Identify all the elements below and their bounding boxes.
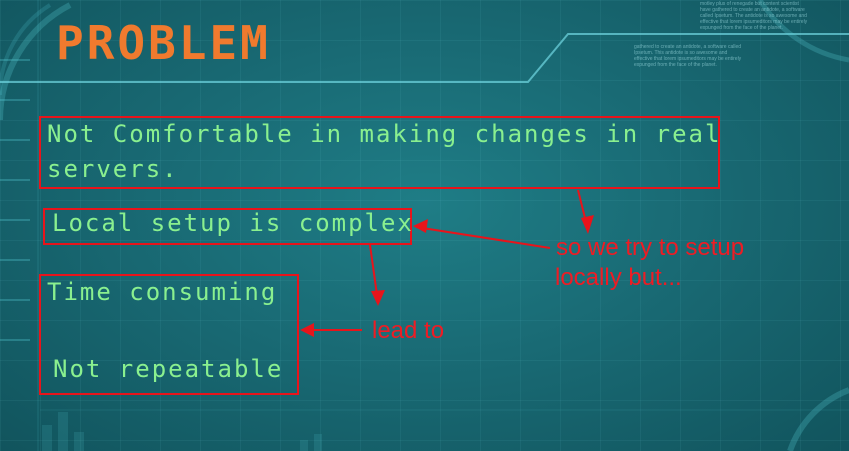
annotation-setup-line1: so we try to setup <box>556 234 745 261</box>
annotation-setup-line2: locally but... <box>555 264 682 291</box>
point-local-setup: Local setup is complex <box>52 209 414 237</box>
fine-print-middle: gathered to create an antidote, a softwa… <box>634 44 742 68</box>
page-title: PROBLEM <box>56 16 271 70</box>
point-not-repeatable: Not repeatable <box>53 355 284 383</box>
annotation-lead-to: lead to <box>372 317 445 344</box>
point-real-servers-line1: Not Comfortable in making changes in rea… <box>47 120 722 148</box>
fine-print-top: motley plus of renegade but content scie… <box>700 1 808 31</box>
point-time-consuming: Time consuming <box>47 278 278 306</box>
point-real-servers-line2: servers. <box>47 155 179 183</box>
